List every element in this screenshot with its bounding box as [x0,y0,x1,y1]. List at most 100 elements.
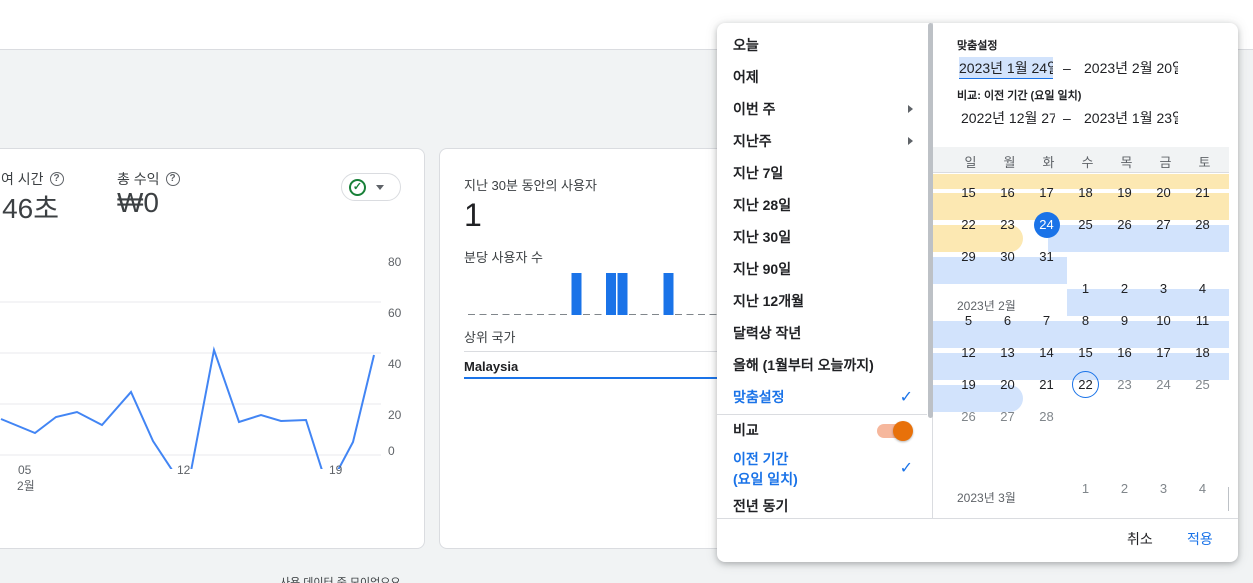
compare-previous-period[interactable]: 이전 기간 (요일 일치) ✓ [717,447,927,491]
calendar-day[interactable]: 10 [1144,305,1183,337]
calendar-day[interactable]: 13 [988,337,1027,369]
weekday: 화 [1042,155,1055,170]
calendar-day[interactable]: 31 [1027,241,1066,273]
compare-start-input[interactable]: 2022년 12월 27일 [961,107,1055,129]
minute-bar [514,314,521,315]
custom-range-label: 맞춤설정 [957,40,998,52]
minute-bar [652,314,659,315]
calendar-day[interactable]: 3 [1144,273,1183,305]
calendar-day[interactable]: 2 [1105,273,1144,305]
calendar-day[interactable]: 28 [1027,401,1066,433]
calendar-day[interactable]: 20 [1144,177,1183,209]
preset-last-12-months[interactable]: 지난 12개월 [717,285,927,317]
calendar-day[interactable]: 24 [1027,209,1066,241]
end-date-input[interactable]: 2023년 2월 20일 [1084,57,1178,79]
calendar-day[interactable]: 30 [988,241,1027,273]
minute-bar [548,314,556,315]
calendar-day[interactable]: 19 [1105,177,1144,209]
x-tick: 19 [329,463,343,477]
realtime-title: 지난 30분 동안의 사용자 [464,178,597,193]
preset-last-30-days[interactable]: 지난 30일 [717,221,927,253]
weekday: 토 [1198,155,1211,170]
calendar-scrollbar[interactable] [1228,487,1229,511]
calendar-day[interactable]: 11 [1183,305,1222,337]
calendar-day[interactable]: 4 [1183,273,1222,305]
metrics-card: 여 시간 ? - 46초 총 수익 ? ₩0 ✓ 80 60 40 20 0 0… [0,148,425,549]
calendar-day[interactable]: 15 [949,177,988,209]
calendar-day[interactable]: 22 [1066,369,1105,401]
calendar-day[interactable]: 27 [988,401,1027,433]
calendar-day[interactable]: 18 [1183,337,1222,369]
picker-footer: 취소 적용 [717,518,1238,562]
y-tick: 40 [388,357,402,371]
calendar-day[interactable]: 19 [949,369,988,401]
cancel-button[interactable]: 취소 [1123,529,1157,549]
calendar-day[interactable]: 3 [1144,473,1183,505]
calendar-day[interactable]: 25 [1066,209,1105,241]
help-icon[interactable]: ? [165,172,180,186]
realtime-users-value: 1 [464,197,482,233]
calendar-day[interactable]: 2 [1105,473,1144,505]
minute-bar [502,314,510,315]
preset-last-7-days[interactable]: 지난 7일 [717,157,927,189]
calendar-day[interactable]: 21 [1027,369,1066,401]
calendar-day[interactable]: 15 [1066,337,1105,369]
status-dropdown[interactable]: ✓ [341,173,401,201]
minute-bar [479,314,487,315]
calendar-day[interactable]: 25 [1183,369,1222,401]
calendar-day[interactable]: 8 [1066,305,1105,337]
preset-last-90-days[interactable]: 지난 90일 [717,253,927,285]
calendar-day[interactable]: 26 [949,401,988,433]
calendar-day[interactable]: 23 [1105,369,1144,401]
trend-chart [0,301,381,469]
minute-bar [617,273,628,315]
calendar-day[interactable]: 26 [1105,209,1144,241]
calendar-day[interactable]: 9 [1105,305,1144,337]
calendar-day[interactable]: 17 [1144,337,1183,369]
per-minute-label: 분당 사용자 수 [464,250,543,265]
minute-bar [686,314,694,315]
calendar-day[interactable]: 17 [1027,177,1066,209]
preset-last-calendar-year[interactable]: 달력상 작년 [717,317,927,349]
weekday: 목 [1120,155,1133,170]
calendar-day[interactable]: 20 [988,369,1027,401]
x-tick: 12 [177,463,191,477]
calendar-day[interactable]: 1 [1066,473,1105,505]
calendar-day[interactable]: 29 [949,241,988,273]
calendar-day[interactable]: 24 [1144,369,1183,401]
trend-line [0,346,375,469]
calendar-day[interactable]: 16 [1105,337,1144,369]
country-underline [464,377,758,379]
help-icon[interactable]: ? [49,172,64,186]
preset-custom[interactable]: 맞춤설정 ✓ [717,381,927,413]
preset-year-to-date[interactable]: 올해 (1월부터 오늘까지) [717,349,927,381]
minute-bar [468,314,475,315]
start-date-input[interactable]: 2023년 1월 24일 [959,57,1053,79]
preset-last-week[interactable]: 지난주 [717,125,927,157]
calendar-day[interactable]: 27 [1144,209,1183,241]
calendar-pane: 맞춤설정 2023년 1월 24일 – 2023년 2월 20일 비교: 이전 … [933,23,1238,518]
calendar-day[interactable]: 23 [988,209,1027,241]
preset-today[interactable]: 오늘 [717,29,927,61]
calendar-day[interactable]: 28 [1183,209,1222,241]
calendar-day[interactable]: 1 [1066,273,1105,305]
calendar-day[interactable]: 4 [1183,473,1222,505]
calendar-day[interactable]: 14 [1027,337,1066,369]
engagement-time-label: 여 시간 ? [1,169,64,189]
calendar-day[interactable]: 12 [949,337,988,369]
calendar-day[interactable]: 18 [1066,177,1105,209]
preset-last-28-days[interactable]: 지난 28일 [717,189,927,221]
minute-bar [525,314,533,315]
compare-end-input[interactable]: 2023년 1월 23일 [1084,107,1178,129]
calendar-day[interactable]: 7 [1027,305,1066,337]
top-country-value[interactable]: Malaysia [464,359,518,374]
preset-yesterday[interactable]: 어제 [717,61,927,93]
calendar-day[interactable]: 22 [949,209,988,241]
calendar-day[interactable]: 21 [1183,177,1222,209]
total-revenue-label: 총 수익 ? [117,169,180,189]
compare-toggle-knob[interactable] [893,421,913,441]
apply-button[interactable]: 적용 [1183,529,1217,549]
minute-bar [594,314,602,315]
calendar-day[interactable]: 16 [988,177,1027,209]
preset-this-week[interactable]: 이번 주 [717,93,927,125]
